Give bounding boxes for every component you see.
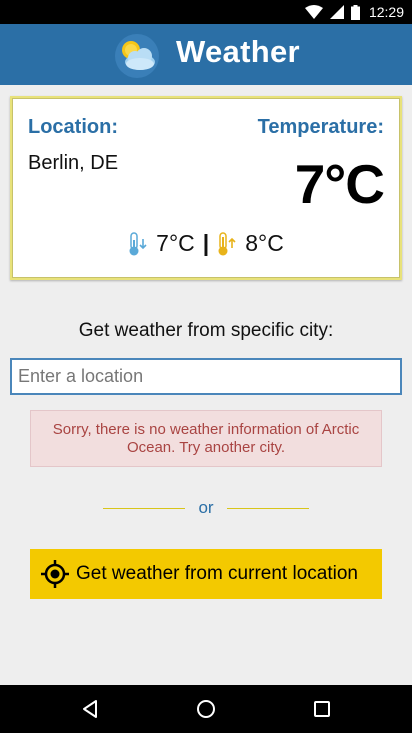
signal-icon [329,5,344,19]
battery-icon [350,4,360,20]
home-icon[interactable] [194,697,218,721]
navigation-bar [0,685,412,733]
status-time: 12:29 [368,4,404,20]
city-search-prompt: Get weather from specific city: [78,320,334,341]
thermometer-up-icon [218,231,236,255]
status-bar: 12:29 [0,0,412,24]
location-label: Location: [28,116,118,138]
max-temperature: 8°C [245,230,284,256]
error-message: Sorry, there is no weather information o… [30,410,382,467]
recents-icon[interactable] [310,697,334,721]
wifi-icon [304,5,323,19]
app-title: Weather [176,34,300,69]
location-value: Berlin, DE [28,152,119,174]
or-divider: or [103,497,309,519]
weather-card: Location: Temperature: Berlin, DE 7°C 7°… [10,96,402,280]
app-toolbar: Weather [0,24,412,85]
min-max-temperature: 7°C | 8°C [12,230,400,257]
min-temperature: 7°C [156,230,195,256]
temperature-separator: | [202,230,210,256]
back-icon[interactable] [78,697,102,721]
temperature-label: Temperature: [257,116,384,138]
location-input[interactable] [10,358,402,395]
thermometer-down-icon [129,231,147,255]
current-location-button-label: Get weather from current location [76,563,358,584]
divider-line-right [227,508,309,509]
sun-cloud-icon [115,34,159,78]
gps-target-icon [41,560,69,588]
temperature-value: 7°C [294,153,385,215]
status-icons: 12:29 [304,3,404,21]
current-location-button[interactable]: Get weather from current location [30,549,382,599]
